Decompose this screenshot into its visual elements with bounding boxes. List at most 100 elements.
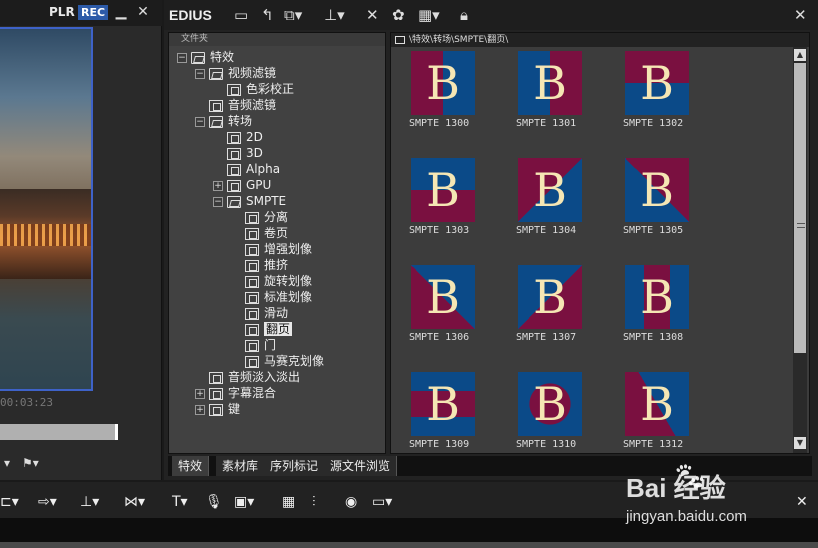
delete-icon[interactable]: ✕	[366, 5, 379, 25]
folder-icon	[395, 35, 405, 44]
close-icon[interactable]: ✕	[134, 3, 152, 21]
scroll-up-icon[interactable]: ▲	[794, 49, 806, 61]
vertical-scrollbar[interactable]: ▲ ▼	[793, 47, 807, 453]
effect-thumbnail[interactable]: B	[625, 158, 689, 222]
tree-item[interactable]: 标准划像	[231, 289, 312, 305]
thumbnail-caption: SMPTE 1308	[623, 332, 684, 343]
tree-item-label: 卷页	[264, 226, 289, 240]
scroll-down-icon[interactable]: ▼	[794, 437, 806, 449]
color-icon[interactable]: ◉	[345, 490, 357, 514]
minimize-icon[interactable]: ▁	[112, 3, 130, 21]
split-icon[interactable]: ⊥▾	[80, 490, 99, 514]
effect-thumbnail[interactable]: B	[411, 51, 475, 115]
expand-icon[interactable]: +	[195, 388, 205, 399]
effect-icon	[227, 147, 241, 160]
window-layout-icon[interactable]: ▭▾	[372, 490, 392, 514]
effect-icon	[245, 307, 259, 320]
tree-item[interactable]: 增强划像	[231, 241, 312, 257]
effect-icon	[245, 355, 259, 368]
collapse-icon[interactable]: −	[195, 116, 205, 127]
tree-item-label: 翻页	[264, 322, 293, 336]
expand-icon[interactable]: +	[213, 180, 223, 191]
tab-source-browser[interactable]: 源文件浏览	[324, 456, 398, 476]
effect-thumbnail[interactable]: B	[518, 51, 582, 115]
effect-icon	[209, 99, 223, 112]
tree-item-label: 3D	[246, 146, 263, 160]
video-preview	[0, 27, 93, 391]
tab-asset-library[interactable]: 素材库	[216, 456, 266, 476]
tree-item[interactable]: 3D	[213, 145, 263, 161]
dropdown-arrow-icon[interactable]: ▾	[4, 456, 10, 470]
tree-item[interactable]: 门	[231, 337, 276, 353]
new-folder-icon[interactable]: ⧉▾	[284, 5, 302, 25]
scrub-bar[interactable]	[0, 424, 118, 440]
tree-item-label: 门	[264, 338, 277, 352]
effect-icon	[227, 163, 241, 176]
tree-item[interactable]: 旋转划像	[231, 273, 312, 289]
tree-item[interactable]: 翻页	[231, 321, 293, 337]
tree-item[interactable]: 马赛克划像	[231, 353, 324, 369]
view-mode-icon[interactable]: ▦▾	[418, 5, 440, 25]
tree-item[interactable]: 卷页	[231, 225, 288, 241]
apply-effect-icon[interactable]: ⊥▾	[324, 5, 345, 25]
close-icon[interactable]: ✕	[794, 5, 807, 25]
effect-icon	[245, 211, 259, 224]
tree-item[interactable]: 滑动	[231, 305, 288, 321]
effect-thumbnail[interactable]: B	[411, 158, 475, 222]
tree-item[interactable]: + 键	[195, 401, 240, 417]
tree-item[interactable]: 分离	[231, 209, 288, 225]
effect-thumbnail[interactable]: B	[625, 265, 689, 329]
effect-thumbnail[interactable]: B	[518, 372, 582, 436]
player-panel: PLR REC ▁ ✕ 00:03:23 ▾ ⚑▾	[0, 0, 162, 480]
grid-icon[interactable]: ▦	[282, 490, 295, 514]
tree-item-label: GPU	[246, 178, 272, 192]
properties-icon[interactable]: ✿	[392, 5, 405, 25]
title-icon[interactable]: T▾	[172, 490, 188, 514]
tree-item[interactable]: − 转场	[195, 113, 252, 129]
plr-label[interactable]: PLR	[49, 5, 75, 19]
insert-overwrite-icon[interactable]: ⇨▾	[38, 490, 57, 514]
scrollbar-thumb[interactable]	[794, 63, 806, 353]
tree-item[interactable]: 推挤	[231, 257, 288, 273]
up-level-icon[interactable]: ↰	[261, 5, 274, 25]
thumbnail-letter: B	[640, 270, 674, 324]
link-group-icon[interactable]: ⋈▾	[124, 490, 145, 514]
mixer-icon[interactable]: ⫶	[312, 490, 316, 514]
expand-icon[interactable]: +	[195, 404, 205, 415]
marker-tool-icon[interactable]: ⚑▾	[22, 456, 39, 470]
baidu-watermark: Bai 经验 🐾︎ jingyan.baidu.com	[626, 460, 806, 538]
tab-effects[interactable]: 特效	[172, 456, 210, 476]
tree-item[interactable]: − 特效	[177, 49, 234, 65]
effect-thumbnail[interactable]: B	[411, 372, 475, 436]
tree-item[interactable]: 音频淡入淡出	[195, 369, 300, 385]
tab-sequence-markers[interactable]: 序列标记	[264, 456, 326, 476]
effect-thumbnail[interactable]: B	[518, 265, 582, 329]
rec-label[interactable]: REC	[78, 5, 108, 20]
effect-thumbnail[interactable]: B	[518, 158, 582, 222]
tree-item[interactable]: − 视频滤镜	[195, 65, 276, 81]
ripple-icon[interactable]: ⊏▾	[0, 490, 19, 514]
collapse-icon[interactable]: −	[213, 196, 223, 207]
tree-item[interactable]: Alpha	[213, 161, 280, 177]
render-icon[interactable]: ▣▾	[234, 490, 254, 514]
folder-icon	[209, 67, 223, 80]
thumbnail-caption: SMPTE 1305	[623, 225, 684, 236]
effect-thumbnail[interactable]: B	[411, 265, 475, 329]
folder-pane-header: 文件夹	[169, 33, 385, 46]
tree-item[interactable]: 音频滤镜	[195, 97, 276, 113]
collapse-icon[interactable]: −	[177, 52, 187, 63]
tree-item[interactable]: 2D	[213, 129, 263, 145]
folder-icon[interactable]: ▭	[234, 5, 248, 25]
tree-item[interactable]: + 字幕混合	[195, 385, 276, 401]
effect-thumbnail[interactable]: B	[625, 372, 689, 436]
lock-icon[interactable]: 🔒︎	[460, 5, 468, 25]
tree-item[interactable]: + GPU	[213, 177, 271, 193]
tree-item[interactable]: − SMPTE	[213, 193, 286, 209]
microphone-icon[interactable]: 🎙︎	[205, 490, 223, 514]
effect-icon	[245, 291, 259, 304]
collapse-icon[interactable]: −	[195, 68, 205, 79]
thumbnail-caption: SMPTE 1312	[623, 439, 684, 450]
effect-thumbnail[interactable]: B	[625, 51, 689, 115]
thumbnail-letter: B	[533, 163, 567, 217]
tree-item[interactable]: 色彩校正	[213, 81, 294, 97]
